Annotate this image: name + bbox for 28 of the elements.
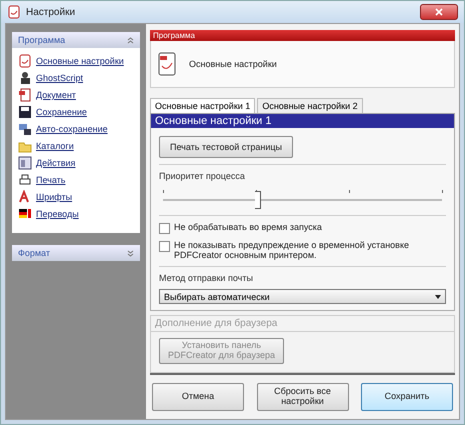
sidebar-link[interactable]: Основные настройки [36, 56, 124, 66]
sidebar-link[interactable]: Авто-сохранение [36, 124, 108, 134]
dialog-button[interactable]: Отмена [152, 383, 244, 411]
sidebar-section-header[interactable]: Формат [12, 245, 140, 261]
sidebar-link[interactable]: Шрифты [36, 192, 72, 202]
checkbox-label: Не обрабатывать во время запуска [174, 222, 322, 232]
group-title: Дополнение для браузера [151, 316, 454, 332]
tab[interactable]: Основные настройки 1 [150, 98, 256, 113]
sidebar-link[interactable]: Переводы [36, 209, 79, 219]
dialog-button[interactable]: Сохранить [361, 383, 453, 411]
dialog-button[interactable]: Сбросить все настройки [256, 383, 348, 411]
section-bar: Программа [150, 30, 455, 41]
checkbox-label: Не показывать предупреждение о временной установке PDFCreator основным принтером. [174, 240, 410, 260]
priority-label: Приоритет процесса [159, 171, 246, 181]
mail-method-label: Метод отправки почты [159, 273, 254, 283]
sidebar-link[interactable]: Каталоги [36, 141, 74, 151]
mail-method-dropdown[interactable]: Выбирать автоматически [159, 289, 446, 304]
window-title: Настройки [26, 6, 76, 18]
sidebar-link[interactable]: Печать [36, 175, 66, 185]
sidebar-link[interactable]: Документ [36, 90, 76, 100]
tab[interactable]: Основные настройки 2 [257, 98, 363, 113]
sidebar-section-header[interactable]: Программа [12, 32, 140, 48]
sidebar-link[interactable]: Сохранение [36, 107, 87, 117]
sidebar-link[interactable]: Действия [36, 158, 76, 168]
sidebar-link[interactable]: GhostScript [36, 73, 84, 83]
print-test-page-button[interactable]: Печать тестовой страницы [159, 136, 294, 158]
panel-title: Основные настройки 1 [151, 114, 454, 128]
page-heading: Основные настройки [189, 59, 277, 69]
